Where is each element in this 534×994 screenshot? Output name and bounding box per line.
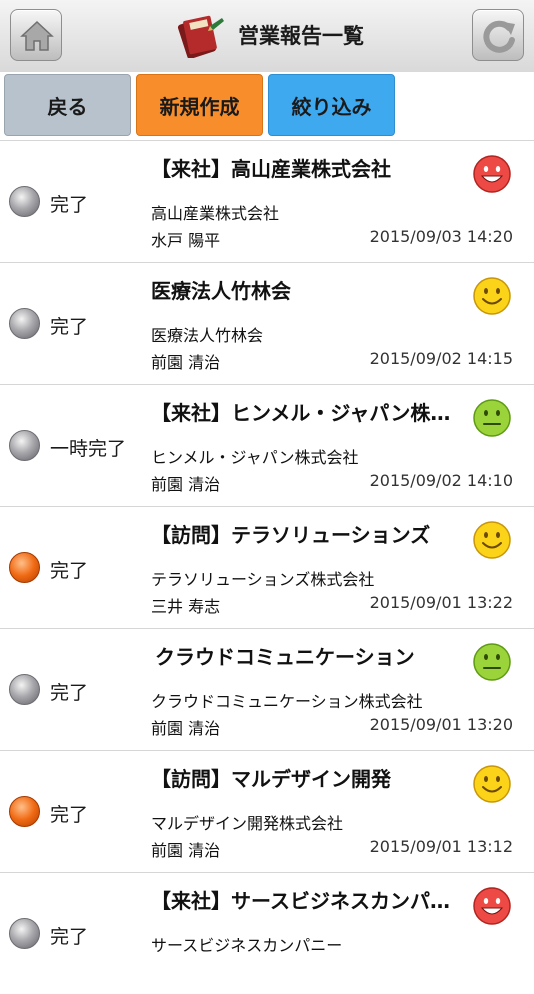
report-row[interactable]: 完了 【訪問】マルデザイン開発 マルデザイン開発株式会社 前園 清治 2015/… [0,750,534,872]
smile-face-icon [473,521,511,559]
status-indicator-icon [9,430,40,461]
page-title-area: 営業報告一覧 [176,12,364,58]
company-name: クラウドコミュニケーション株式会社 [151,692,423,711]
status-indicator-icon [9,674,40,705]
person-name: 前園 清治 [151,353,221,372]
smile-face-icon [473,277,511,315]
report-title: 【訪問】マルデザイン開発 [151,767,391,791]
company-name: 高山産業株式会社 [151,204,280,223]
report-datetime: 2015/09/01 13:12 [369,837,513,856]
person-name: 三井 寿志 [151,597,221,616]
company-name: ヒンメル・ジャパン株式会社 [151,448,359,467]
report-datetime: 2015/09/03 14:20 [369,227,513,246]
person-name: 前園 清治 [151,841,221,860]
person-name: 水戸 陽平 [151,231,221,250]
filter-button[interactable]: 絞り込み [268,74,395,136]
status-label: 完了 [50,682,89,704]
smile-face-icon [473,765,511,803]
report-title: クラウドコミュニケーション [155,645,415,669]
report-row[interactable]: 完了 【訪問】テラソリューションズ テラソリューションズ株式会社 三井 寿志 2… [0,506,534,628]
report-title: 【来社】サースビジネスカンパ… [151,889,450,913]
status-label: 完了 [50,804,89,826]
navigation-bar: 営業報告一覧 [0,0,534,73]
report-row[interactable]: 完了 【来社】サースビジネスカンパ… サースビジネスカンパニー [0,872,534,994]
happy-face-icon [473,155,511,193]
person-name: 前園 清治 [151,719,221,738]
happy-face-icon [473,887,511,925]
report-datetime: 2015/09/02 14:15 [369,349,513,368]
report-datetime: 2015/09/01 13:20 [369,715,513,734]
report-datetime: 2015/09/01 13:22 [369,593,513,612]
status-label: 完了 [50,316,89,338]
status-indicator-icon [9,918,40,949]
report-title: 医療法人竹林会 [151,279,291,303]
status-indicator-icon [9,552,40,583]
report-row[interactable]: 完了 医療法人竹林会 医療法人竹林会 前園 清治 2015/09/02 14:1… [0,262,534,384]
report-row[interactable]: 完了 クラウドコミュニケーション クラウドコミュニケーション株式会社 前園 清治… [0,628,534,750]
home-button[interactable] [10,9,62,61]
page-title: 営業報告一覧 [238,24,364,48]
report-row[interactable]: 完了 【来社】高山産業株式会社 高山産業株式会社 水戸 陽平 2015/09/0… [0,140,534,262]
back-button[interactable]: 戻る [4,74,131,136]
status-label: 完了 [50,926,89,948]
company-name: 医療法人竹林会 [151,326,264,345]
status-label: 完了 [50,560,89,582]
report-title: 【来社】ヒンメル・ジャパン株… [151,401,451,425]
report-row[interactable]: 一時完了 【来社】ヒンメル・ジャパン株… ヒンメル・ジャパン株式会社 前園 清治… [0,384,534,506]
neutral-face-icon [473,643,511,681]
home-icon [20,20,54,51]
reload-button[interactable] [472,9,524,61]
action-toolbar: 戻る 新規作成 絞り込み [0,72,534,140]
diary-book-icon [177,15,224,58]
company-name: テラソリューションズ株式会社 [151,570,375,589]
status-label: 完了 [50,194,89,216]
report-title: 【来社】高山産業株式会社 [151,157,391,181]
report-datetime: 2015/09/02 14:10 [369,471,513,490]
neutral-face-icon [473,399,511,437]
company-name: サースビジネスカンパニー [151,936,343,955]
company-name: マルデザイン開発株式会社 [151,814,344,833]
status-indicator-icon [9,186,40,217]
status-label: 一時完了 [50,438,127,460]
person-name: 前園 清治 [151,475,221,494]
report-title: 【訪問】テラソリューションズ [151,523,431,547]
reload-icon [483,20,515,53]
status-indicator-icon [9,308,40,339]
new-report-button[interactable]: 新規作成 [136,74,263,136]
status-indicator-icon [9,796,40,827]
